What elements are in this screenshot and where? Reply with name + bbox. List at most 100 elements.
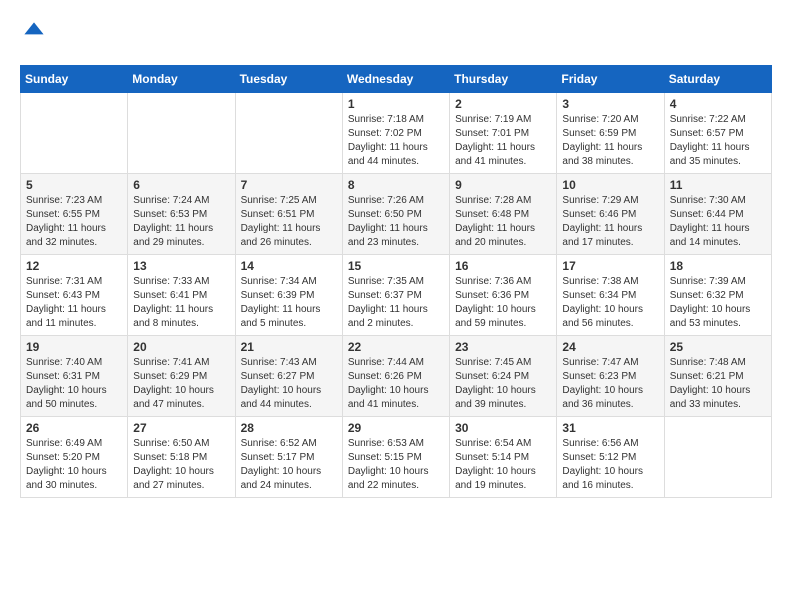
calendar-cell bbox=[235, 93, 342, 174]
calendar-cell: 12 Sunrise: 7:31 AM Sunset: 6:43 PM Dayli… bbox=[21, 255, 128, 336]
day-info: Sunrise: 7:20 AM Sunset: 6:59 PM Dayligh… bbox=[562, 113, 658, 169]
day-info: Sunrise: 7:41 AM Sunset: 6:29 PM Dayligh… bbox=[133, 356, 229, 412]
day-info: Sunrise: 7:38 AM Sunset: 6:34 PM Dayligh… bbox=[562, 275, 658, 331]
header bbox=[20, 20, 772, 49]
calendar-cell: 24 Sunrise: 7:47 AM Sunset: 6:23 PM Dayli… bbox=[557, 336, 664, 417]
day-number: 27 bbox=[133, 421, 229, 435]
calendar-cell: 20 Sunrise: 7:41 AM Sunset: 6:29 PM Dayli… bbox=[128, 336, 235, 417]
calendar-cell: 8 Sunrise: 7:26 AM Sunset: 6:50 PM Daylig… bbox=[342, 174, 449, 255]
calendar-cell: 23Sunrise: 7:45 AM Sunset: 6:24 PM Dayli… bbox=[450, 336, 557, 417]
day-info: Sunrise: 7:36 AM Sunset: 6:36 PM Dayligh… bbox=[455, 275, 551, 331]
calendar-cell: 4 Sunrise: 7:22 AM Sunset: 6:57 PM Daylig… bbox=[664, 93, 771, 174]
calendar-cell bbox=[128, 93, 235, 174]
logo-icon bbox=[22, 20, 46, 44]
day-number: 14 bbox=[241, 259, 337, 273]
calendar-cell: 31Sunrise: 6:56 AM Sunset: 5:12 PM Dayli… bbox=[557, 417, 664, 498]
day-number: 17 bbox=[562, 259, 658, 273]
calendar-cell: 17 Sunrise: 7:38 AM Sunset: 6:34 PM Dayli… bbox=[557, 255, 664, 336]
calendar-week-row: 26Sunrise: 6:49 AM Sunset: 5:20 PM Dayli… bbox=[21, 417, 772, 498]
day-info: Sunrise: 7:44 AM Sunset: 6:26 PM Dayligh… bbox=[348, 356, 444, 412]
calendar-cell bbox=[664, 417, 771, 498]
calendar-cell: 11Sunrise: 7:30 AM Sunset: 6:44 PM Dayli… bbox=[664, 174, 771, 255]
day-number: 11 bbox=[670, 178, 766, 192]
day-info: Sunrise: 7:31 AM Sunset: 6:43 PM Dayligh… bbox=[26, 275, 122, 331]
weekday-header-wednesday: Wednesday bbox=[342, 66, 449, 93]
day-info: Sunrise: 7:22 AM Sunset: 6:57 PM Dayligh… bbox=[670, 113, 766, 169]
calendar-cell: 3Sunrise: 7:20 AM Sunset: 6:59 PM Daylig… bbox=[557, 93, 664, 174]
weekday-header-friday: Friday bbox=[557, 66, 664, 93]
day-info: Sunrise: 7:25 AM Sunset: 6:51 PM Dayligh… bbox=[241, 194, 337, 250]
day-info: Sunrise: 7:48 AM Sunset: 6:21 PM Dayligh… bbox=[670, 356, 766, 412]
calendar-cell: 10 Sunrise: 7:29 AM Sunset: 6:46 PM Dayli… bbox=[557, 174, 664, 255]
day-number: 26 bbox=[26, 421, 122, 435]
day-number: 18 bbox=[670, 259, 766, 273]
calendar-cell: 5 Sunrise: 7:23 AM Sunset: 6:55 PM Daylig… bbox=[21, 174, 128, 255]
day-info: Sunrise: 7:19 AM Sunset: 7:01 PM Dayligh… bbox=[455, 113, 551, 169]
calendar-header-row: SundayMondayTuesdayWednesdayThursdayFrid… bbox=[21, 66, 772, 93]
calendar-cell: 7 Sunrise: 7:25 AM Sunset: 6:51 PM Daylig… bbox=[235, 174, 342, 255]
calendar-week-row: 12 Sunrise: 7:31 AM Sunset: 6:43 PM Dayli… bbox=[21, 255, 772, 336]
day-number: 5 bbox=[26, 178, 122, 192]
logo bbox=[20, 20, 46, 49]
day-number: 24 bbox=[562, 340, 658, 354]
calendar-week-row: 5 Sunrise: 7:23 AM Sunset: 6:55 PM Daylig… bbox=[21, 174, 772, 255]
calendar-cell: 27 Sunrise: 6:50 AM Sunset: 5:18 PM Dayli… bbox=[128, 417, 235, 498]
day-info: Sunrise: 7:24 AM Sunset: 6:53 PM Dayligh… bbox=[133, 194, 229, 250]
day-info: Sunrise: 7:40 AM Sunset: 6:31 PM Dayligh… bbox=[26, 356, 122, 412]
calendar-week-row: 1Sunrise: 7:18 AM Sunset: 7:02 PM Daylig… bbox=[21, 93, 772, 174]
day-number: 19 bbox=[26, 340, 122, 354]
calendar-cell: 6 Sunrise: 7:24 AM Sunset: 6:53 PM Daylig… bbox=[128, 174, 235, 255]
day-number: 21 bbox=[241, 340, 337, 354]
day-info: Sunrise: 7:26 AM Sunset: 6:50 PM Dayligh… bbox=[348, 194, 444, 250]
day-number: 13 bbox=[133, 259, 229, 273]
day-number: 2 bbox=[455, 97, 551, 111]
day-info: Sunrise: 6:50 AM Sunset: 5:18 PM Dayligh… bbox=[133, 437, 229, 493]
day-number: 22 bbox=[348, 340, 444, 354]
calendar-cell: 28 Sunrise: 6:52 AM Sunset: 5:17 PM Dayli… bbox=[235, 417, 342, 498]
day-info: Sunrise: 7:33 AM Sunset: 6:41 PM Dayligh… bbox=[133, 275, 229, 331]
day-number: 30 bbox=[455, 421, 551, 435]
calendar-cell: 30 Sunrise: 6:54 AM Sunset: 5:14 PM Dayli… bbox=[450, 417, 557, 498]
day-info: Sunrise: 7:34 AM Sunset: 6:39 PM Dayligh… bbox=[241, 275, 337, 331]
calendar-cell: 29 Sunrise: 6:53 AM Sunset: 5:15 PM Dayli… bbox=[342, 417, 449, 498]
day-number: 20 bbox=[133, 340, 229, 354]
calendar-cell: 2 Sunrise: 7:19 AM Sunset: 7:01 PM Daylig… bbox=[450, 93, 557, 174]
weekday-header-monday: Monday bbox=[128, 66, 235, 93]
day-number: 10 bbox=[562, 178, 658, 192]
day-info: Sunrise: 6:53 AM Sunset: 5:15 PM Dayligh… bbox=[348, 437, 444, 493]
calendar-cell: 26Sunrise: 6:49 AM Sunset: 5:20 PM Dayli… bbox=[21, 417, 128, 498]
day-number: 8 bbox=[348, 178, 444, 192]
day-info: Sunrise: 6:54 AM Sunset: 5:14 PM Dayligh… bbox=[455, 437, 551, 493]
weekday-header-thursday: Thursday bbox=[450, 66, 557, 93]
day-number: 25 bbox=[670, 340, 766, 354]
day-info: Sunrise: 7:18 AM Sunset: 7:02 PM Dayligh… bbox=[348, 113, 444, 169]
calendar-cell: 21 Sunrise: 7:43 AM Sunset: 6:27 PM Dayli… bbox=[235, 336, 342, 417]
day-number: 4 bbox=[670, 97, 766, 111]
day-info: Sunrise: 7:39 AM Sunset: 6:32 PM Dayligh… bbox=[670, 275, 766, 331]
day-info: Sunrise: 7:23 AM Sunset: 6:55 PM Dayligh… bbox=[26, 194, 122, 250]
day-number: 28 bbox=[241, 421, 337, 435]
calendar-cell: 25 Sunrise: 7:48 AM Sunset: 6:21 PM Dayli… bbox=[664, 336, 771, 417]
day-info: Sunrise: 7:47 AM Sunset: 6:23 PM Dayligh… bbox=[562, 356, 658, 412]
day-number: 6 bbox=[133, 178, 229, 192]
calendar-cell: 1Sunrise: 7:18 AM Sunset: 7:02 PM Daylig… bbox=[342, 93, 449, 174]
day-info: Sunrise: 6:52 AM Sunset: 5:17 PM Dayligh… bbox=[241, 437, 337, 493]
day-number: 31 bbox=[562, 421, 658, 435]
day-info: Sunrise: 7:28 AM Sunset: 6:48 PM Dayligh… bbox=[455, 194, 551, 250]
calendar-cell: 13 Sunrise: 7:33 AM Sunset: 6:41 PM Dayli… bbox=[128, 255, 235, 336]
calendar-cell: 19 Sunrise: 7:40 AM Sunset: 6:31 PM Dayli… bbox=[21, 336, 128, 417]
day-info: Sunrise: 7:35 AM Sunset: 6:37 PM Dayligh… bbox=[348, 275, 444, 331]
calendar-cell: 22 Sunrise: 7:44 AM Sunset: 6:26 PM Dayli… bbox=[342, 336, 449, 417]
calendar-cell: 14 Sunrise: 7:34 AM Sunset: 6:39 PM Dayli… bbox=[235, 255, 342, 336]
weekday-header-saturday: Saturday bbox=[664, 66, 771, 93]
calendar-cell: 16Sunrise: 7:36 AM Sunset: 6:36 PM Dayli… bbox=[450, 255, 557, 336]
calendar-table: SundayMondayTuesdayWednesdayThursdayFrid… bbox=[20, 65, 772, 498]
day-number: 12 bbox=[26, 259, 122, 273]
day-info: Sunrise: 7:43 AM Sunset: 6:27 PM Dayligh… bbox=[241, 356, 337, 412]
calendar-week-row: 19 Sunrise: 7:40 AM Sunset: 6:31 PM Dayli… bbox=[21, 336, 772, 417]
day-info: Sunrise: 7:29 AM Sunset: 6:46 PM Dayligh… bbox=[562, 194, 658, 250]
day-number: 7 bbox=[241, 178, 337, 192]
calendar-cell: 18 Sunrise: 7:39 AM Sunset: 6:32 PM Dayli… bbox=[664, 255, 771, 336]
day-number: 29 bbox=[348, 421, 444, 435]
day-number: 9 bbox=[455, 178, 551, 192]
